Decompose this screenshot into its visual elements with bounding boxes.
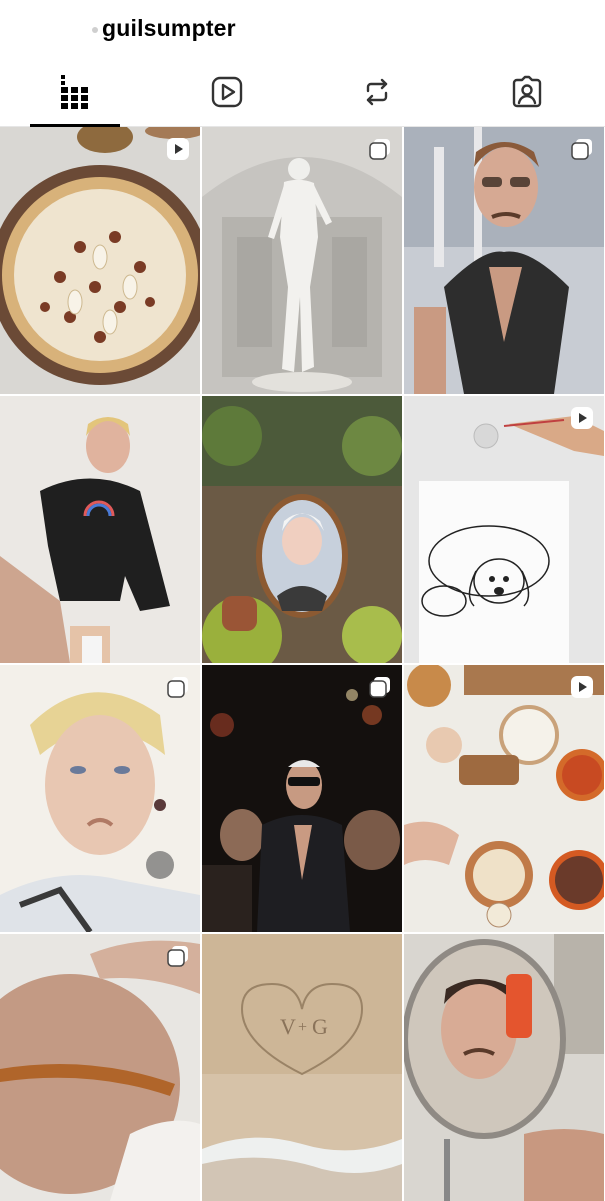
mirror-plants-image	[202, 396, 402, 663]
carousel-icon	[167, 677, 188, 698]
dog-drawing-image	[404, 396, 604, 663]
carousel-badge	[166, 675, 190, 699]
post-tile-dog-drawing[interactable]	[404, 396, 604, 663]
reel-icon	[571, 407, 593, 429]
post-tile-party[interactable]	[202, 665, 402, 932]
carousel-icon	[167, 946, 188, 967]
svg-text:V: V	[280, 1014, 296, 1039]
status-dot	[92, 27, 98, 33]
reels-icon	[211, 76, 243, 108]
statue-image	[202, 127, 402, 394]
svg-text:G: G	[312, 1014, 328, 1039]
tagged-icon	[512, 75, 542, 108]
post-tile-body[interactable]	[0, 934, 200, 1201]
carousel-badge	[368, 675, 392, 699]
username[interactable]: guilsumpter	[102, 15, 236, 42]
reel-icon	[571, 676, 593, 698]
tab-reels[interactable]	[152, 58, 302, 126]
repost-icon	[366, 78, 388, 106]
profile-tabs	[0, 58, 605, 127]
reel-badge	[570, 675, 594, 699]
painted-portrait-image	[0, 665, 200, 932]
sand-heart-image: V + G	[202, 934, 402, 1201]
carousel-icon	[369, 139, 390, 160]
post-tile-mirror-plants[interactable]	[202, 396, 402, 663]
grid-icon	[61, 75, 88, 109]
profile-header: guilsumpter	[0, 0, 605, 58]
reel-icon	[167, 138, 189, 160]
post-tile-sand-heart[interactable]: V + G	[202, 934, 402, 1201]
post-tile-statue[interactable]	[202, 127, 402, 394]
post-tile-leather-vest[interactable]	[404, 127, 604, 394]
body-image	[0, 934, 200, 1201]
party-image	[202, 665, 402, 932]
post-tile-sweatshirt[interactable]	[0, 396, 200, 663]
post-tile-mirror-selfie[interactable]	[404, 934, 604, 1201]
carousel-badge	[368, 137, 392, 161]
sweatshirt-image	[0, 396, 200, 663]
leather-vest-image	[404, 127, 604, 394]
tab-reposts[interactable]	[302, 58, 452, 126]
post-tile-cooking[interactable]	[404, 665, 604, 932]
carousel-icon	[571, 139, 592, 160]
carousel-icon	[369, 677, 390, 698]
reel-badge	[166, 137, 190, 161]
post-tile-pizza[interactable]	[0, 127, 200, 394]
tab-posts[interactable]	[0, 58, 150, 127]
carousel-badge	[166, 944, 190, 968]
mirror-selfie-image	[404, 934, 604, 1201]
post-tile-painted-portrait[interactable]	[0, 665, 200, 932]
tab-tagged[interactable]	[452, 58, 602, 126]
svg-text:+: +	[298, 1019, 307, 1036]
cooking-image	[404, 665, 604, 932]
reel-badge	[570, 406, 594, 430]
carousel-badge	[570, 137, 594, 161]
pizza-image	[0, 127, 200, 394]
